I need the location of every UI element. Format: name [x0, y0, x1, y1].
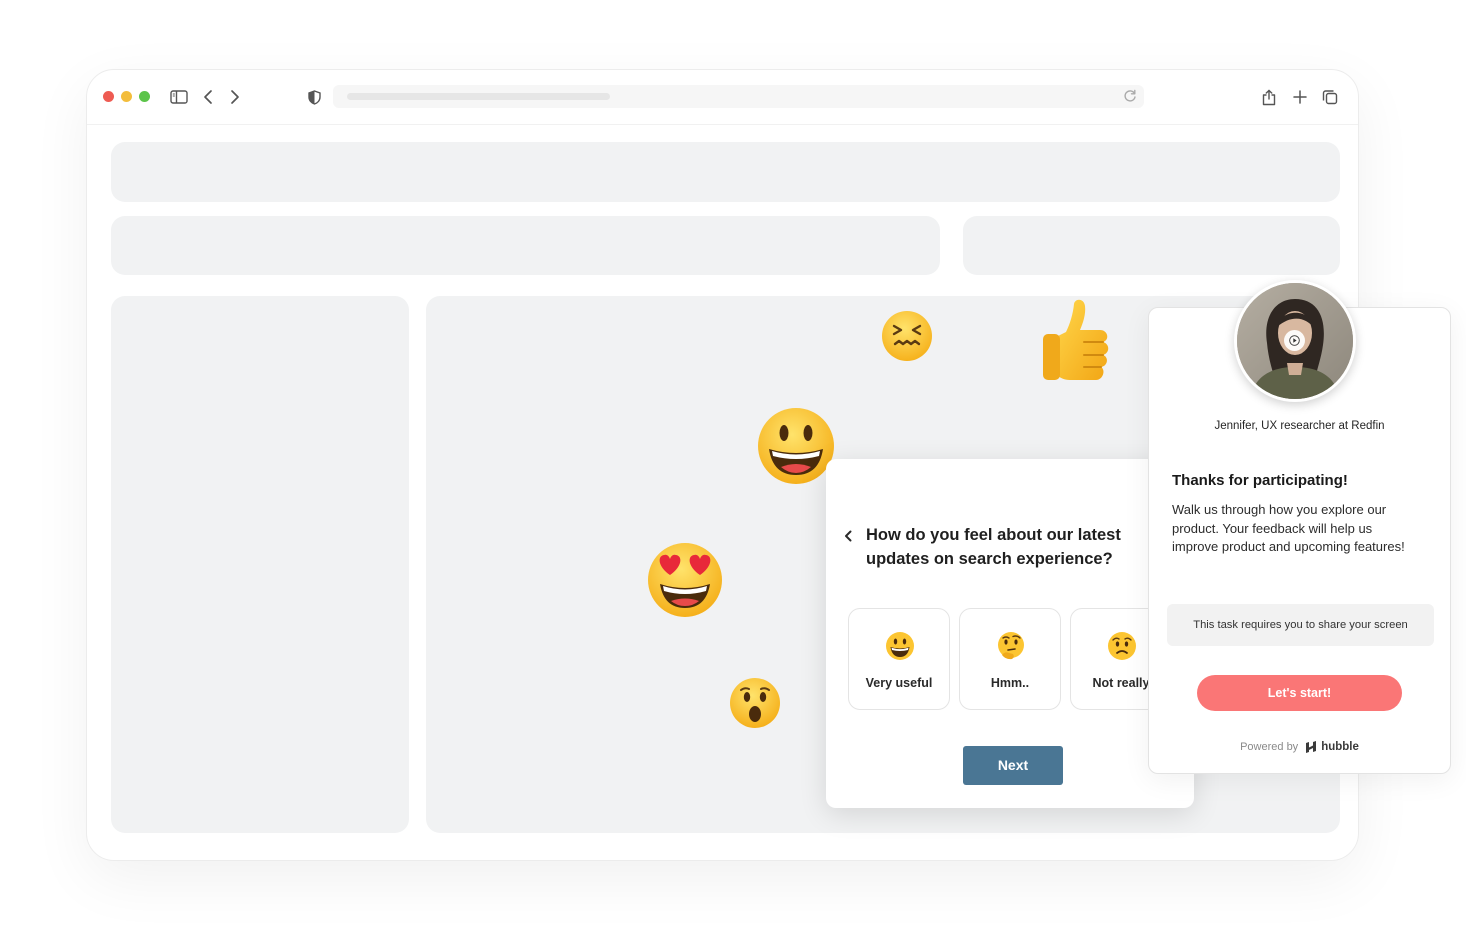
- grinning-face-icon: [757, 407, 835, 485]
- invite-body: Walk us through how you explore our prod…: [1172, 502, 1405, 554]
- hubble-logo[interactable]: hubble: [1304, 740, 1359, 754]
- hubble-logo-icon: [1306, 741, 1317, 753]
- thumbs-up-icon: [1040, 296, 1120, 384]
- screen-share-note: This task requires you to share your scr…: [1167, 604, 1434, 646]
- skeleton-bar-left: [111, 216, 940, 275]
- forward-arrow-icon[interactable]: [224, 86, 246, 108]
- researcher-caption: Jennifer, UX researcher at Redfin: [1214, 420, 1385, 432]
- powered-by-label: Powered by: [1240, 741, 1299, 753]
- minimize-window-button[interactable]: [121, 91, 132, 102]
- address-bar[interactable]: [333, 85, 1144, 108]
- close-window-button[interactable]: [103, 91, 114, 102]
- powered-by: Powered by hubble: [1149, 740, 1450, 754]
- sidebar-toggle-icon[interactable]: [168, 86, 190, 108]
- grinning-face-icon: [886, 632, 914, 660]
- skeleton-bar-right: [963, 216, 1340, 275]
- thinking-face-icon: [998, 632, 1024, 660]
- share-icon[interactable]: [1258, 86, 1280, 108]
- option-label: Hmm..: [990, 676, 1030, 690]
- maximize-window-button[interactable]: [139, 91, 150, 102]
- survey-card: How do you feel about our latest updates…: [826, 459, 1194, 808]
- hubble-brand-name: hubble: [1321, 741, 1359, 753]
- back-arrow-icon[interactable]: [197, 86, 219, 108]
- confounded-face-icon: [881, 310, 933, 362]
- back-chevron-icon[interactable]: [842, 529, 854, 543]
- tab-overview-icon[interactable]: [1319, 86, 1341, 108]
- astonished-face-icon: [729, 677, 781, 729]
- skeleton-sidebar: [111, 296, 409, 833]
- skeleton-header-block: [111, 142, 1340, 202]
- play-video-icon[interactable]: [1284, 330, 1305, 351]
- new-tab-icon[interactable]: [1289, 86, 1311, 108]
- next-button[interactable]: Next: [963, 746, 1063, 785]
- lets-start-button[interactable]: Let's start!: [1197, 675, 1402, 711]
- option-very-useful[interactable]: Very useful: [848, 608, 950, 710]
- survey-question: How do you feel about our latest updates…: [866, 526, 1121, 568]
- option-label: Very useful: [865, 676, 933, 690]
- option-hmm[interactable]: Hmm..: [959, 608, 1061, 710]
- heart-eyes-face-icon: [646, 542, 724, 618]
- url-placeholder-line: [347, 93, 610, 100]
- worried-face-icon: [1108, 632, 1136, 660]
- privacy-shield-icon[interactable]: [303, 86, 325, 108]
- browser-toolbar: [87, 70, 1358, 125]
- invite-title: Thanks for participating!: [1172, 472, 1348, 489]
- reload-icon[interactable]: [1122, 88, 1138, 104]
